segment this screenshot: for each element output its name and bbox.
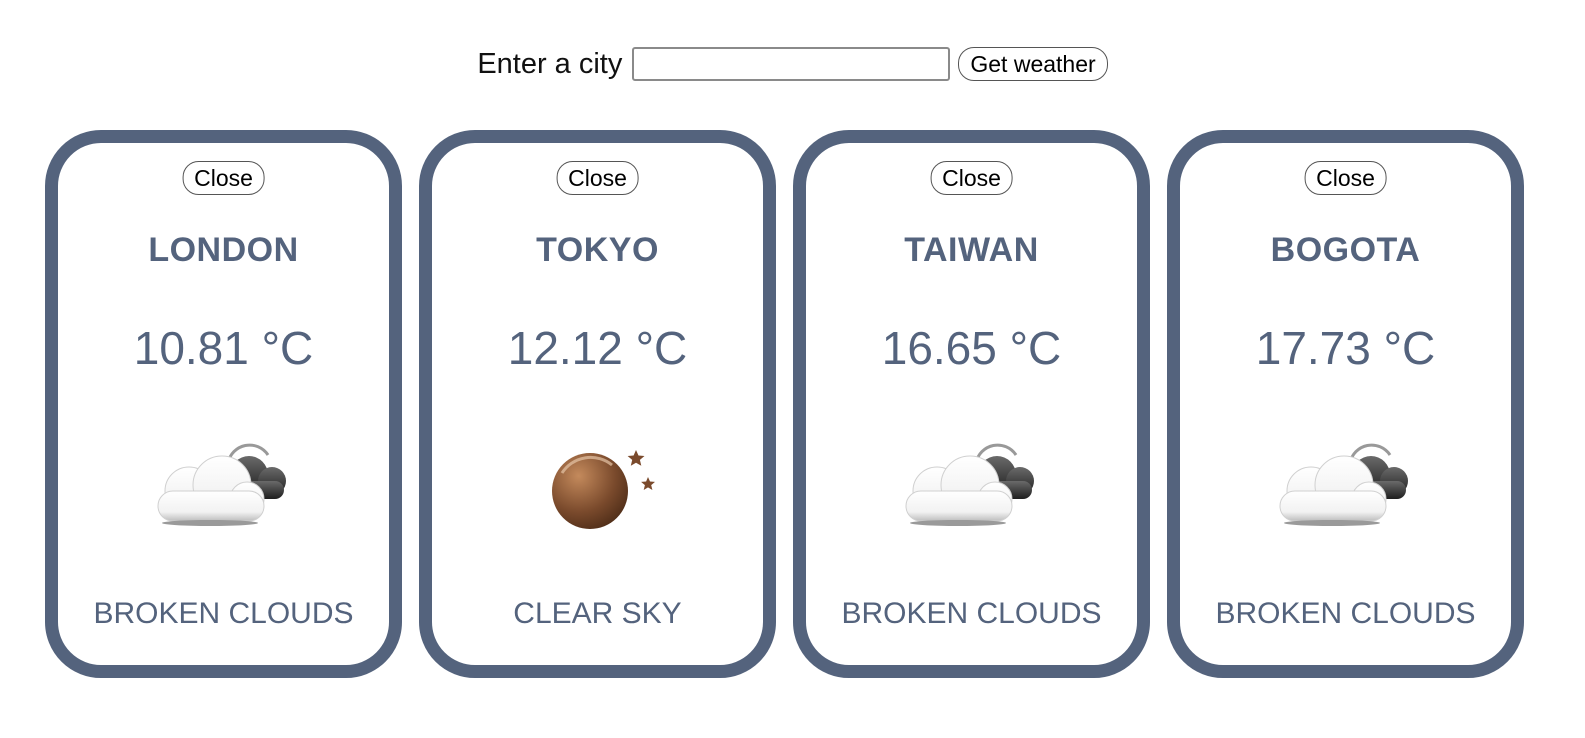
search-label: Enter a city bbox=[477, 47, 623, 80]
city-name: TAIWAN bbox=[904, 231, 1039, 269]
temperature: 12.12 °C bbox=[507, 322, 688, 374]
weather-card: Close TOKYO 12.12 °C CLEAR SKY bbox=[419, 130, 776, 678]
close-button[interactable]: Close bbox=[182, 161, 265, 195]
close-button[interactable]: Close bbox=[930, 161, 1013, 195]
weather-card: Close TAIWAN 16.65 °C BROKEN CLOUDS bbox=[793, 130, 1150, 678]
weather-description: BROKEN CLOUDS bbox=[841, 597, 1102, 630]
city-name: LONDON bbox=[148, 231, 299, 269]
clear-sky-night-icon bbox=[518, 433, 678, 533]
get-weather-button[interactable]: Get weather bbox=[958, 47, 1108, 81]
broken-clouds-icon bbox=[1266, 433, 1426, 533]
weather-card: Close BOGOTA 17.73 °C BROKEN CLOUDS bbox=[1167, 130, 1524, 678]
search-bar: Enter a city Get weather bbox=[0, 47, 1585, 81]
weather-description: BROKEN CLOUDS bbox=[93, 597, 354, 630]
weather-description: BROKEN CLOUDS bbox=[1215, 597, 1476, 630]
broken-clouds-icon bbox=[892, 433, 1052, 533]
city-input[interactable] bbox=[632, 47, 951, 81]
weather-cards: Close LONDON 10.81 °C BROKEN CLOUDS Clos… bbox=[45, 130, 1524, 678]
city-name: BOGOTA bbox=[1270, 231, 1421, 269]
temperature: 17.73 °C bbox=[1255, 322, 1436, 374]
city-name: TOKYO bbox=[536, 231, 659, 269]
close-button[interactable]: Close bbox=[1304, 161, 1387, 195]
weather-description: CLEAR SKY bbox=[513, 597, 682, 630]
temperature: 10.81 °C bbox=[133, 322, 314, 374]
close-button[interactable]: Close bbox=[556, 161, 639, 195]
weather-card: Close LONDON 10.81 °C BROKEN CLOUDS bbox=[45, 130, 402, 678]
temperature: 16.65 °C bbox=[881, 322, 1062, 374]
broken-clouds-icon bbox=[144, 433, 304, 533]
